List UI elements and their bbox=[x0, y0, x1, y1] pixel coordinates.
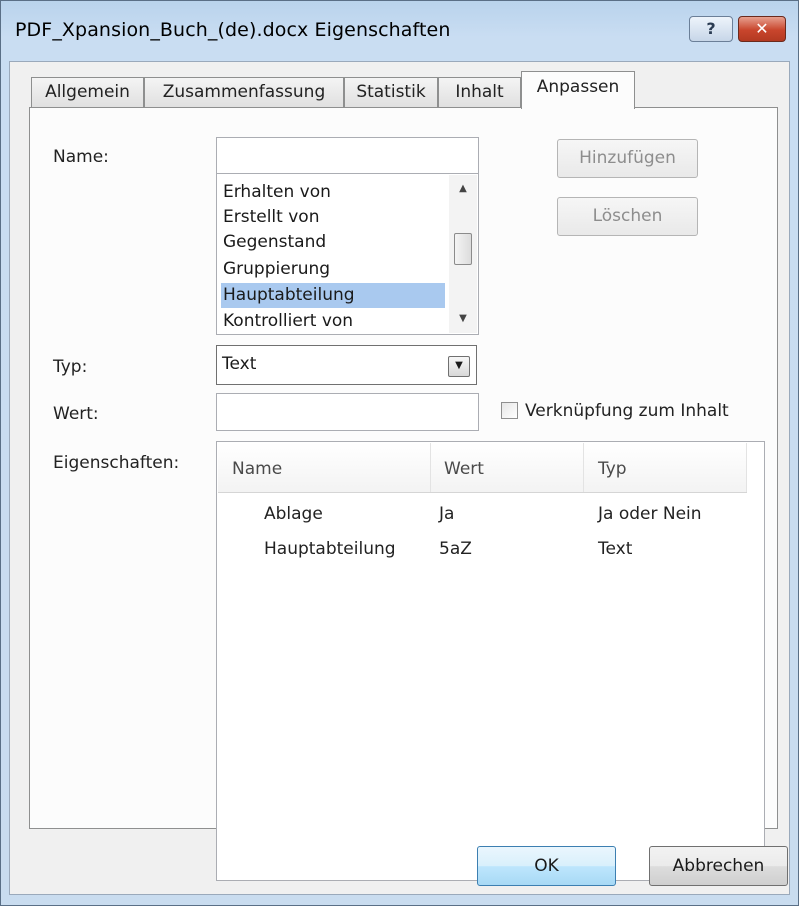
column-separator[interactable] bbox=[746, 443, 747, 492]
type-select-value: Text bbox=[222, 354, 257, 374]
help-icon: ? bbox=[706, 19, 716, 38]
list-item[interactable]: Erstellt von bbox=[221, 205, 445, 230]
close-button[interactable]: ✕ bbox=[738, 16, 786, 42]
close-icon: ✕ bbox=[755, 19, 769, 38]
tab-allgemein[interactable]: Allgemein bbox=[31, 77, 144, 107]
properties-listview[interactable]: Name Wert Typ Ablage Ja Ja oder Nein Hau… bbox=[216, 441, 765, 881]
column-header-wert[interactable]: Wert bbox=[444, 459, 484, 479]
tab-zusammenfassung[interactable]: Zusammenfassung bbox=[144, 77, 344, 107]
row-type-cell: Text bbox=[598, 539, 633, 559]
column-separator[interactable] bbox=[583, 443, 584, 492]
scroll-thumb[interactable] bbox=[454, 233, 472, 265]
scroll-up-icon[interactable]: ▲ bbox=[449, 178, 477, 200]
list-item[interactable]: Gruppierung bbox=[221, 257, 445, 282]
tab-anpassen[interactable]: Anpassen bbox=[521, 71, 635, 109]
tab-statistik[interactable]: Statistik bbox=[344, 77, 438, 107]
list-item-selected[interactable]: Hauptabteilung bbox=[221, 283, 445, 308]
type-label: Typ: bbox=[53, 357, 88, 377]
list-item[interactable]: Erhalten von bbox=[221, 180, 445, 205]
link-to-content-checkbox[interactable] bbox=[501, 402, 518, 419]
row-name-cell: Ablage bbox=[264, 504, 323, 524]
column-header-name[interactable]: Name bbox=[232, 459, 282, 479]
help-button[interactable]: ? bbox=[689, 16, 733, 42]
window-title: PDF_Xpansion_Buch_(de).docx Eigenschafte… bbox=[15, 19, 451, 41]
list-item[interactable]: Gegenstand bbox=[221, 230, 445, 255]
chevron-down-icon[interactable]: ▼ bbox=[448, 356, 470, 377]
list-item[interactable]: Kontrolliert von bbox=[221, 309, 445, 334]
column-header-typ[interactable]: Typ bbox=[598, 459, 627, 479]
title-bar[interactable]: PDF_Xpansion_Buch_(de).docx Eigenschafte… bbox=[1, 1, 798, 61]
delete-button[interactable]: Löschen bbox=[557, 197, 698, 236]
row-value-cell: 5aZ bbox=[439, 539, 472, 559]
scroll-down-icon[interactable]: ▼ bbox=[449, 308, 477, 330]
row-value-cell: Ja bbox=[439, 504, 455, 524]
name-suggestion-list[interactable]: Erhalten von Erstellt von Gegenstand Gru… bbox=[216, 173, 479, 335]
listview-header: Name Wert Typ bbox=[218, 443, 747, 493]
row-name-cell: Hauptabteilung bbox=[264, 539, 396, 559]
properties-dialog: PDF_Xpansion_Buch_(de).docx Eigenschafte… bbox=[0, 0, 799, 906]
row-type-cell: Ja oder Nein bbox=[598, 504, 702, 524]
cancel-button[interactable]: Abbrechen bbox=[649, 846, 788, 886]
name-label: Name: bbox=[53, 147, 109, 167]
link-to-content-label[interactable]: Verknüpfung zum Inhalt bbox=[525, 401, 729, 421]
column-separator[interactable] bbox=[430, 443, 431, 492]
name-input[interactable] bbox=[216, 137, 479, 175]
ok-button[interactable]: OK bbox=[477, 846, 616, 886]
tab-inhalt[interactable]: Inhalt bbox=[438, 77, 521, 107]
value-label: Wert: bbox=[53, 404, 99, 424]
list-scrollbar[interactable]: ▲ ▼ bbox=[449, 175, 477, 333]
type-select[interactable]: Text ▼ bbox=[216, 345, 477, 385]
properties-label: Eigenschaften: bbox=[53, 453, 180, 473]
value-input[interactable] bbox=[216, 393, 479, 431]
add-button[interactable]: Hinzufügen bbox=[557, 139, 698, 178]
